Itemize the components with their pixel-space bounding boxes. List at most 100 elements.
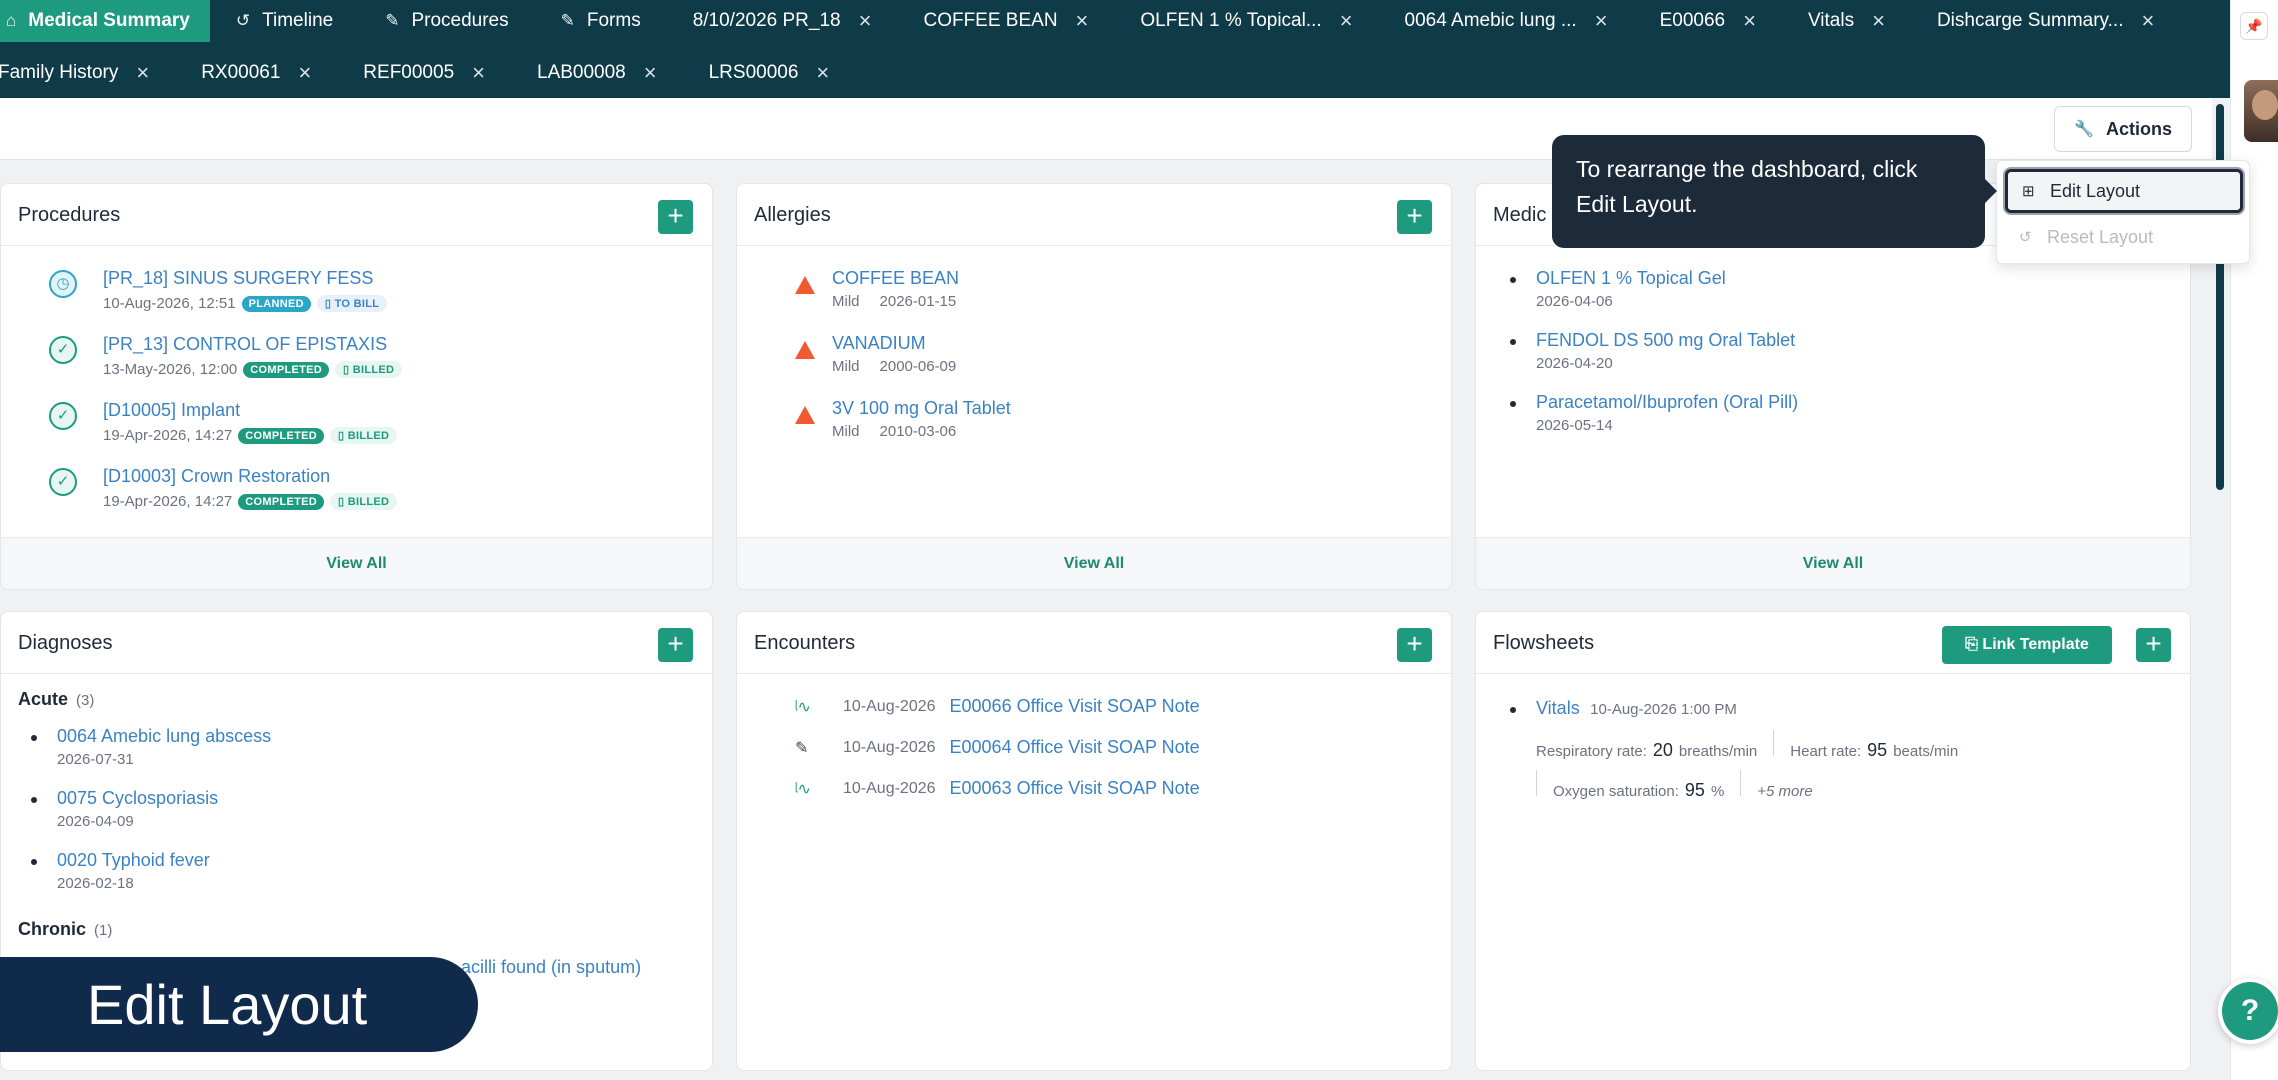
chronic-diagnosis-link[interactable]: acilli found (in sputum) — [461, 957, 641, 978]
add-diagnosis-button[interactable]: + — [658, 628, 693, 662]
tab-discharge-summary[interactable]: Dishcarge Summary... × — [1911, 0, 2180, 42]
tab-procedures[interactable]: ✎ Procedures — [359, 0, 534, 42]
status-badge: PLANNED — [241, 295, 311, 312]
close-icon[interactable]: × — [1872, 8, 1885, 34]
pin-icon[interactable]: 📌 — [2240, 12, 2268, 40]
close-icon[interactable]: × — [859, 8, 872, 34]
tutorial-tooltip: To rearrange the dashboard, click Edit L… — [1552, 135, 1997, 248]
billing-badge: ▯ BILLED — [330, 493, 398, 510]
card-header: Procedures + — [1, 184, 712, 246]
view-all-procedures[interactable]: View All — [1, 537, 712, 589]
close-icon[interactable]: × — [1076, 8, 1089, 34]
pencil-icon: ✎ — [385, 11, 400, 30]
close-icon[interactable]: × — [816, 60, 829, 86]
card-title: Allergies — [754, 204, 831, 226]
card-title: Diagnoses — [18, 632, 113, 654]
card-header: Diagnoses + — [1, 612, 712, 674]
diagnosis-item[interactable]: 0064 Amebic lung abscess 2026-07-31 — [30, 726, 271, 768]
step-caption: Edit Layout — [0, 957, 478, 1052]
billing-badge: ▯ TO BILL — [316, 295, 388, 312]
allergies-card: Allergies + COFFEE BEAN Mild 2026-01-15 V… — [736, 183, 1452, 590]
view-all-allergies[interactable]: View All — [737, 537, 1451, 589]
tab-ref00005[interactable]: REF00005 × — [337, 52, 511, 94]
card-title: Flowsheets — [1493, 632, 1595, 654]
tab-amebic[interactable]: 0064 Amebic lung ... × — [1379, 0, 1634, 42]
card-header: Allergies + — [737, 184, 1451, 246]
close-icon[interactable]: × — [644, 60, 657, 86]
medication-item[interactable]: OLFEN 1 % Topical Gel 2026-04-06 — [1510, 268, 1726, 310]
card-title: Medic — [1493, 204, 1547, 226]
diagnosis-item[interactable]: 0075 Cyclosporiasis 2026-04-09 — [30, 788, 218, 830]
add-allergy-button[interactable]: + — [1397, 200, 1432, 234]
close-icon[interactable]: × — [1340, 8, 1353, 34]
close-icon[interactable]: × — [2141, 8, 2154, 34]
flowsheets-card: Flowsheets ⎘ Link Template + Vitals 10-A… — [1475, 611, 2191, 1071]
tab-family-history[interactable]: Family History × — [0, 52, 175, 94]
add-encounter-button[interactable]: + — [1397, 628, 1432, 662]
tab-coffee-bean[interactable]: COFFEE BEAN × — [897, 0, 1114, 42]
close-icon[interactable]: × — [1595, 8, 1608, 34]
vitals-row-1: Respiratory rate: 20 breaths/min Heart r… — [1536, 730, 1958, 761]
close-icon[interactable]: × — [136, 60, 149, 86]
actions-button[interactable]: 🔧 Actions — [2054, 106, 2192, 152]
tab-vitals[interactable]: Vitals × — [1782, 0, 1911, 42]
procedures-card: Procedures + ◷ [PR_18] SINUS SURGERY FES… — [0, 183, 713, 590]
reset-layout-menu-item[interactable]: ↺ Reset Layout — [2005, 215, 2243, 259]
edit-layout-menu-item[interactable]: ⊞ Edit Layout — [2005, 169, 2243, 213]
tab-pr18[interactable]: 8/10/2026 PR_18 × — [667, 0, 898, 42]
flowsheet-entry[interactable]: Vitals 10-Aug-2026 1:00 PM — [1510, 698, 1737, 719]
tab-bar: ⌂ Medical Summary ↺ Timeline ✎ Procedure… — [0, 0, 2230, 98]
medication-item[interactable]: Paracetamol/Ibuprofen (Oral Pill) 2026-0… — [1509, 392, 1798, 434]
card-title: Encounters — [754, 632, 856, 654]
check-circle-icon: ✓ — [49, 336, 77, 364]
add-procedure-button[interactable]: + — [658, 200, 693, 234]
pencil-icon: ✎ — [795, 739, 809, 757]
diagnosis-item[interactable]: 0020 Typhoid fever 2026-02-18 — [31, 850, 210, 892]
tab-rx00061[interactable]: RX00061 × — [175, 52, 337, 94]
pencil-icon: ✎ — [560, 11, 575, 30]
view-all-medications[interactable]: View All — [1476, 537, 2190, 589]
help-button[interactable]: ? — [2218, 978, 2278, 1044]
add-flowsheet-button[interactable]: + — [2136, 628, 2171, 662]
status-badge: COMPLETED — [238, 427, 325, 444]
warning-icon — [795, 406, 815, 424]
more-vitals-link[interactable]: +5 more — [1757, 783, 1812, 800]
tab-olfen[interactable]: OLFEN 1 % Topical... × — [1114, 0, 1378, 42]
signature-icon: ᶩ∿ — [795, 780, 811, 798]
avatar[interactable] — [2244, 80, 2278, 142]
warning-icon — [795, 341, 815, 359]
encounter-item[interactable]: ✎ 10-Aug-2026 E00064 Office Visit SOAP N… — [795, 737, 1200, 758]
history-icon: ↺ — [235, 11, 251, 30]
reset-icon: ↺ — [2019, 229, 2032, 246]
close-icon[interactable]: × — [298, 60, 311, 86]
actions-menu: ⊞ Edit Layout ↺ Reset Layout — [1996, 160, 2250, 264]
tab-medical-summary[interactable]: ⌂ Medical Summary — [0, 0, 210, 42]
card-header: Flowsheets ⎘ Link Template + — [1476, 612, 2190, 674]
tab-lab00008[interactable]: LAB00008 × — [511, 52, 683, 94]
check-circle-icon: ✓ — [49, 402, 77, 430]
billing-badge: ▯ BILLED — [335, 361, 403, 378]
tab-row-1: ⌂ Medical Summary ↺ Timeline ✎ Procedure… — [0, 0, 2180, 42]
card-header: Encounters + — [737, 612, 1451, 674]
tab-row-2: Family History × RX00061 × REF00005 × LA… — [0, 52, 855, 94]
tab-e00066[interactable]: E00066 × — [1634, 0, 1782, 42]
warning-icon — [795, 276, 815, 294]
medication-item[interactable]: FENDOL DS 500 mg Oral Tablet 2026-04-20 — [1509, 330, 1795, 372]
encounter-item[interactable]: ᶩ∿ 10-Aug-2026 E00063 Office Visit SOAP … — [795, 778, 1200, 799]
check-circle-icon: ✓ — [49, 468, 77, 496]
chronic-group-label: Chronic (1) — [18, 919, 113, 939]
close-icon[interactable]: × — [472, 60, 485, 86]
encounter-item[interactable]: ᶩ∿ 10-Aug-2026 E00066 Office Visit SOAP … — [795, 696, 1200, 717]
tab-forms[interactable]: ✎ Forms — [535, 0, 667, 42]
link-template-button[interactable]: ⎘ Link Template — [1942, 626, 2112, 664]
grid-icon: ⊞ — [2022, 183, 2035, 200]
tab-lrs00006[interactable]: LRS00006 × — [683, 52, 856, 94]
status-badge: COMPLETED — [243, 361, 330, 378]
signature-icon: ᶩ∿ — [795, 698, 811, 716]
tab-timeline[interactable]: ↺ Timeline — [210, 0, 359, 42]
card-title: Procedures — [18, 204, 121, 226]
wrench-icon: 🔧 — [2074, 121, 2094, 138]
close-icon[interactable]: × — [1743, 8, 1756, 34]
vitals-row-2: Oxygen saturation: 95 % +5 more — [1536, 770, 1813, 801]
status-badge: COMPLETED — [238, 493, 325, 510]
